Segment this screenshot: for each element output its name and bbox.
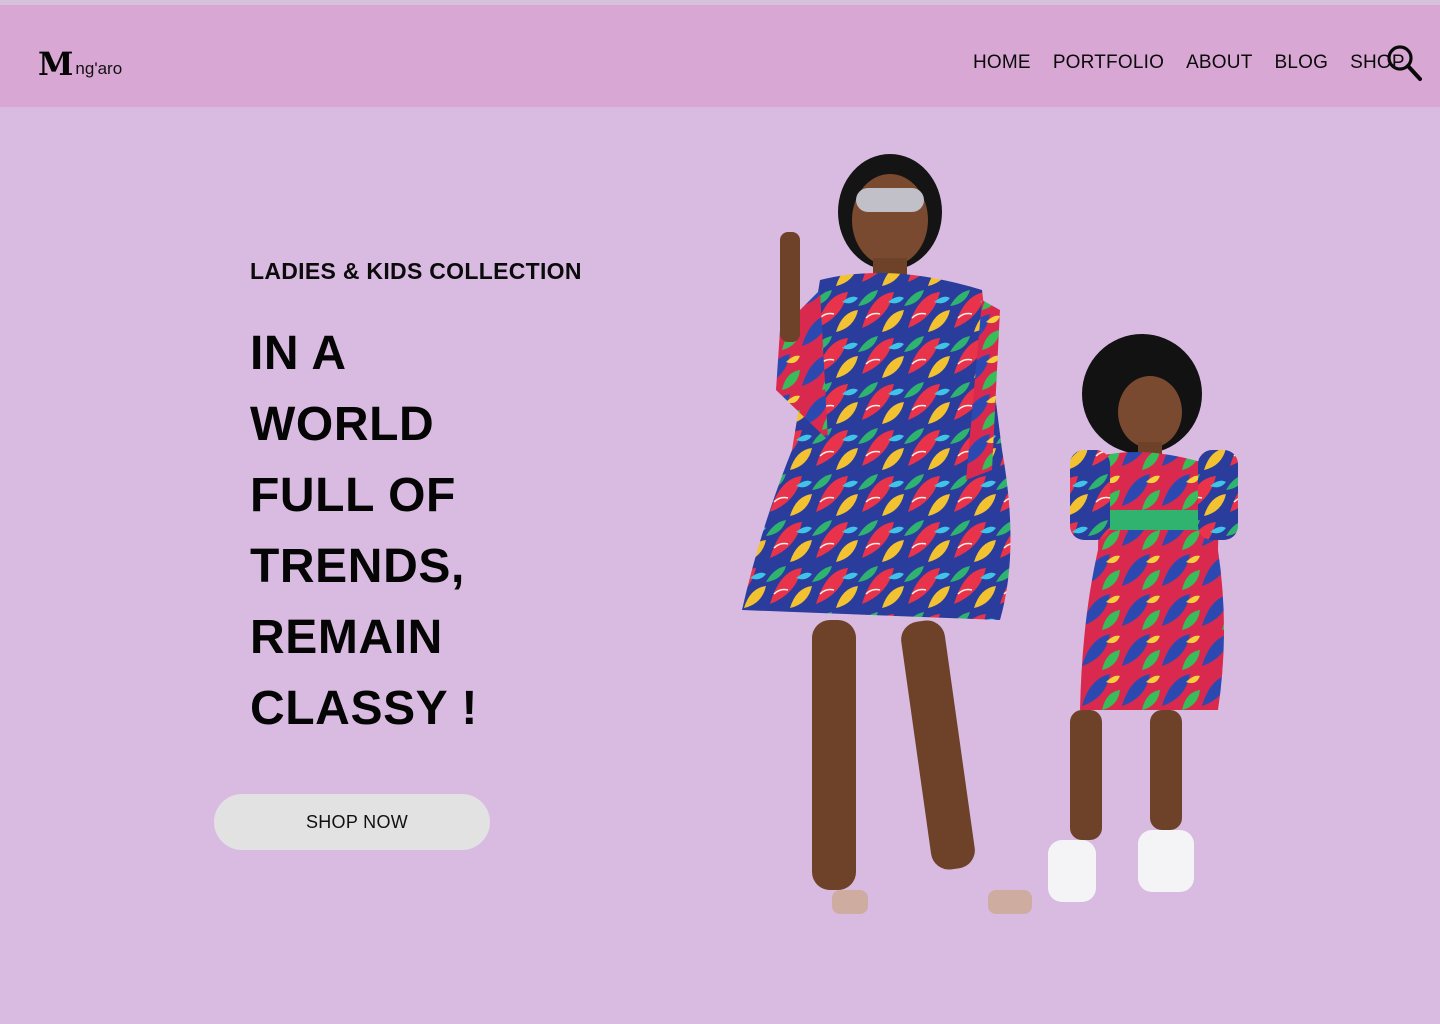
nav-home[interactable]: HOME — [973, 52, 1031, 74]
main-nav: HOME PORTFOLIO ABOUT BLOG SHOP — [962, 52, 1416, 74]
headline-line: IN A — [250, 327, 347, 380]
headline-line: TRENDS, — [250, 540, 465, 593]
logo-wordmark: ng'aro — [75, 59, 123, 78]
shop-now-button[interactable]: SHOP NOW — [214, 794, 490, 850]
nav-about[interactable]: ABOUT — [1186, 52, 1252, 74]
headline-line: CLASSY ! — [250, 682, 478, 735]
hero-intro: LADIES & KIDS COLLECTION — [250, 258, 582, 285]
navbar: M ng'aro HOME PORTFOLIO ABOUT BLOG SHOP — [0, 5, 1440, 107]
search-icon[interactable] — [1384, 43, 1424, 83]
nav-blog[interactable]: BLOG — [1275, 52, 1329, 74]
nav-portfolio[interactable]: PORTFOLIO — [1053, 52, 1164, 74]
brand-logo[interactable]: M ng'aro — [38, 45, 123, 83]
woman-figure — [742, 154, 1032, 914]
hero-headline: IN A WORLD FULL OF TRENDS, REMAIN CLASSY… — [250, 318, 478, 744]
headline-line: FULL OF — [250, 469, 456, 522]
girl-figure — [1048, 334, 1238, 902]
hero-image — [720, 150, 1280, 930]
logo-mark: M — [38, 45, 73, 83]
headline-line: REMAIN — [250, 611, 443, 664]
hero-subtitle: LADIES & KIDS COLLECTION — [250, 258, 582, 284]
headline-line: WORLD — [250, 398, 435, 451]
